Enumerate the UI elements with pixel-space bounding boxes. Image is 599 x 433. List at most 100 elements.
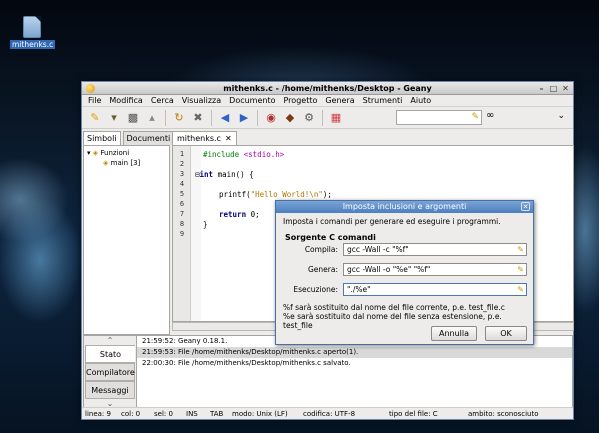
code-line-return: return 0;: [219, 210, 260, 219]
line-number: 6: [179, 200, 185, 208]
code-line-printf: printf("Hello World!\n");: [219, 190, 332, 199]
tree-function-item[interactable]: ◈ main [3]: [87, 158, 169, 168]
compile-command-value: gcc -Wall -c "%f": [347, 245, 409, 254]
tab-compilatore[interactable]: Compilatore: [85, 363, 135, 381]
editor-tabs: mithenks.c ✕: [172, 131, 237, 145]
edit-icon[interactable]: ✎: [517, 284, 524, 295]
revert-icon[interactable]: ↻: [170, 109, 188, 127]
menu-cerca[interactable]: Cerca: [151, 95, 174, 106]
menu-documento[interactable]: Documento: [229, 95, 275, 106]
editor-tab[interactable]: mithenks.c ✕: [172, 131, 237, 145]
dialog-close-icon[interactable]: ✕: [521, 202, 530, 211]
desktop-icon-label: mithenks.c: [10, 40, 56, 49]
close-icon[interactable]: ✕: [561, 84, 570, 93]
edit-clear-icon[interactable]: ✎: [471, 112, 479, 122]
dialog-title: Imposta inclusioni e argomenti: [342, 202, 467, 211]
c-file-icon: [23, 16, 41, 38]
menu-modifica[interactable]: Modifica: [109, 95, 142, 106]
desktop-file-icon[interactable]: mithenks.c: [10, 16, 56, 49]
function-icon: ◈: [103, 159, 109, 167]
status-filetype: tipo del file: C: [389, 410, 438, 418]
new-file-icon[interactable]: ✎: [86, 109, 104, 127]
menu-bar: File Modifica Cerca Visualizza Documento…: [82, 95, 573, 107]
sidebar-tabs: Simboli Documenti: [83, 131, 176, 145]
status-tab: TAB: [210, 410, 224, 418]
dialog-description: Imposta i comandi per generare ed esegui…: [283, 217, 501, 226]
line-number: 9: [179, 230, 185, 238]
build-command-field[interactable]: gcc -Wall -o "%e" "%f" ✎: [343, 263, 527, 276]
edit-icon[interactable]: ✎: [517, 244, 524, 255]
forward-arrow-icon[interactable]: ▶: [235, 109, 253, 127]
status-line: linea: 9: [85, 410, 111, 418]
symbol-sidebar: ▾ ◈ Funzioni ◈ main [3]: [83, 145, 170, 335]
tab-close-icon[interactable]: ✕: [225, 132, 232, 145]
search-input[interactable]: ✎: [396, 110, 482, 125]
line-number: 8: [179, 220, 185, 228]
menu-genera[interactable]: Genera: [325, 95, 354, 106]
status-messages: 21:59:52: Geany 0.18.1. 21:59:53: File /…: [136, 336, 572, 407]
color-chooser-icon[interactable]: ▦: [327, 109, 345, 127]
code-line-main: ⊟int main() {: [195, 170, 254, 179]
tab-documenti[interactable]: Documenti: [122, 131, 175, 145]
message-line: 21:59:53: File /home/mithenks/Desktop/mi…: [137, 347, 572, 358]
close-file-icon[interactable]: ✖: [189, 109, 207, 127]
menu-progetto[interactable]: Progetto: [284, 95, 318, 106]
window-title: mithenks.c - /home/mithenks/Desktop - Ge…: [223, 84, 432, 93]
build-command-value: gcc -Wall -o "%e" "%f": [347, 265, 431, 274]
back-arrow-icon[interactable]: ◀: [216, 109, 234, 127]
maximize-icon[interactable]: □: [549, 84, 558, 93]
minimize-icon[interactable]: –: [537, 84, 546, 93]
save-all-icon[interactable]: ▴: [143, 109, 161, 127]
status-mode: modo: Unix (LF): [232, 410, 288, 418]
menu-visualizza[interactable]: Visualizza: [182, 95, 221, 106]
edit-icon[interactable]: ✎: [517, 264, 524, 275]
tree-root-label: Funzioni: [100, 149, 130, 157]
tab-simboli[interactable]: Simboli: [83, 131, 121, 145]
title-bar: mithenks.c - /home/mithenks/Desktop - Ge…: [82, 82, 573, 95]
compile-label: Compila:: [304, 245, 338, 254]
execute-command-field[interactable]: "./%e" ✎: [343, 283, 527, 296]
build-icon[interactable]: ◆: [281, 109, 299, 127]
build-label: Genera:: [308, 265, 338, 274]
ok-button[interactable]: OK: [485, 326, 527, 341]
line-number: 1: [179, 150, 185, 158]
placeholder-note-f: %f sarà sostituito dal nome del file cor…: [283, 303, 505, 312]
cancel-button[interactable]: Annulla: [431, 326, 477, 341]
tree-functions-node[interactable]: ▾ ◈ Funzioni: [87, 148, 169, 158]
toolbar-separator: [257, 109, 258, 126]
geany-app-icon: [86, 84, 95, 93]
status-col: col: 0: [121, 410, 141, 418]
tab-stato[interactable]: Stato: [85, 345, 135, 363]
function-group-icon: ◈: [92, 149, 99, 157]
compile-command-field[interactable]: gcc -Wall -c "%f" ✎: [343, 243, 527, 256]
line-number: 2: [179, 160, 185, 168]
section-heading: Sorgente C comandi: [285, 233, 376, 242]
toolbar-separator: [322, 109, 323, 126]
toolbar-separator: [165, 109, 166, 126]
menu-file[interactable]: File: [88, 95, 101, 106]
status-ins: INS: [186, 410, 198, 418]
toolbar-overflow-chevron-icon[interactable]: ⌄: [557, 111, 565, 121]
save-icon[interactable]: ▩: [124, 109, 142, 127]
expander-icon[interactable]: ▾: [87, 149, 91, 157]
open-file-icon[interactable]: ▾: [105, 109, 123, 127]
message-window: ⌃ Stato Compilatore Messaggi ⌄ 21:59:52:…: [83, 335, 573, 408]
line-number: 5: [179, 190, 185, 198]
line-number: 4: [179, 180, 185, 188]
execute-command-value: "./%e": [347, 285, 371, 294]
execute-icon[interactable]: ⚙: [300, 109, 318, 127]
toolbar: ✎ ▾ ▩ ▴ ↻ ✖ ◀ ▶ ◉ ◆ ⚙ ▦ ✎ ∞ ⌄: [82, 107, 573, 129]
menu-aiuto[interactable]: Aiuto: [410, 95, 431, 106]
code-line-brace: }: [203, 220, 208, 229]
status-sel: sel: 0: [154, 410, 173, 418]
tab-messaggi[interactable]: Messaggi: [85, 381, 135, 399]
toolbar-separator: [211, 109, 212, 126]
chevron-up-icon[interactable]: ⌃: [84, 336, 136, 345]
line-number: 3: [179, 170, 185, 178]
find-binoculars-icon[interactable]: ∞: [486, 110, 494, 121]
editor-tab-label: mithenks.c: [177, 134, 221, 143]
status-scope: ambito: sconosciuto: [468, 410, 539, 418]
message-tabs: ⌃ Stato Compilatore Messaggi ⌄: [84, 336, 136, 408]
compile-icon[interactable]: ◉: [262, 109, 280, 127]
menu-strumenti[interactable]: Strumenti: [363, 95, 403, 106]
